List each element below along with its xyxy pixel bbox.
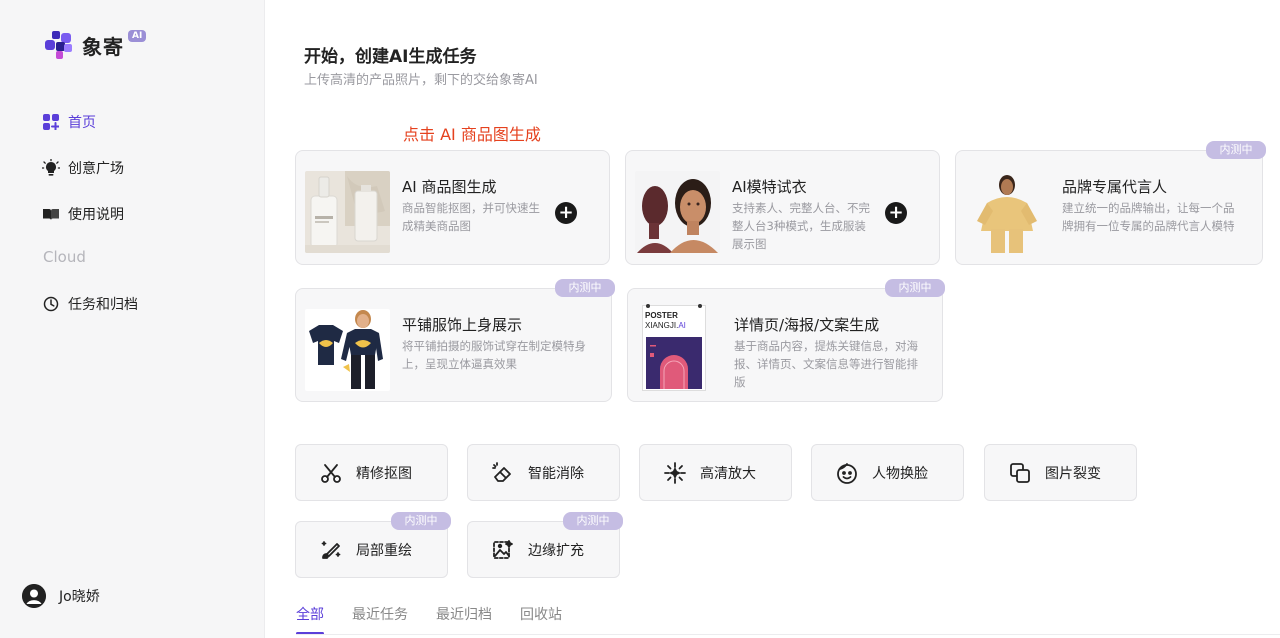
feature-card-model-tryon[interactable]: AI模特试衣 支持素人、完整人台、不完整人台3种模式，生成服装展示图 + bbox=[625, 150, 940, 265]
beta-badge: 内测中 bbox=[563, 512, 623, 530]
sidebar-item-tasks-archive[interactable]: 任务和归档 bbox=[42, 292, 242, 316]
feature-card-flatlay-tryon[interactable]: 平铺服饰上身展示 将平铺拍摄的服饰试穿在制定模特身上，呈现立体逼真效果 bbox=[295, 288, 612, 402]
image-expand-icon bbox=[490, 537, 516, 563]
user-profile[interactable]: Jo晓娇 bbox=[22, 584, 100, 608]
brand-name: 象寄 bbox=[82, 34, 124, 59]
tab-recent-tasks[interactable]: 最近任务 bbox=[352, 604, 408, 634]
add-button[interactable]: + bbox=[885, 202, 907, 224]
tool-label: 精修抠图 bbox=[356, 465, 412, 482]
beta-badge: 内测中 bbox=[885, 279, 945, 297]
sidebar-item-instructions[interactable]: 使用说明 bbox=[42, 202, 242, 226]
brand-ai-badge: AI bbox=[128, 30, 147, 42]
brand-logo[interactable]: 象寄 AI bbox=[44, 30, 147, 60]
feature-card-product-image[interactable]: AI 商品图生成 商品智能抠图，并可快速生成精美商品图 + bbox=[295, 150, 610, 265]
feature-card-poster-generation[interactable]: POSTER XIANGJI.AI 详情页/海报/文案生成 基于商品内容，提炼关… bbox=[627, 288, 943, 402]
card-description: 将平铺拍摄的服饰试穿在制定模特身上，呈现立体逼真效果 bbox=[402, 339, 586, 371]
face-icon bbox=[834, 460, 860, 486]
eraser-icon bbox=[490, 460, 516, 486]
tool-face-swap[interactable]: 人物换脸 bbox=[811, 444, 964, 501]
beta-badge: 内测中 bbox=[1206, 141, 1266, 159]
lightbulb-icon bbox=[42, 159, 60, 177]
sidebar-item-label: 首页 bbox=[68, 115, 96, 131]
user-name: Jo晓娇 bbox=[59, 589, 100, 605]
app-root: 象寄 AI 首页 创意广场 使用说明 Cloud 任务和归档 Jo晓娇 开始，创… bbox=[0, 0, 1280, 638]
magic-brush-icon bbox=[318, 537, 344, 563]
tab-recycle-bin[interactable]: 回收站 bbox=[520, 604, 562, 634]
ambassador-thumbnail bbox=[965, 171, 1050, 253]
task-tabs: 全部 最近任务 最近归档 回收站 bbox=[296, 604, 590, 635]
book-icon bbox=[42, 205, 60, 223]
tool-precise-cutout[interactable]: 精修抠图 bbox=[295, 444, 448, 501]
tool-label: 人物换脸 bbox=[872, 465, 928, 482]
card-title: AI模特试衣 bbox=[732, 178, 807, 196]
beta-badge: 内测中 bbox=[391, 512, 451, 530]
poster-thumbnail: POSTER XIANGJI.AI bbox=[640, 303, 708, 391]
sidebar-nav: 首页 创意广场 使用说明 Cloud 任务和归档 bbox=[42, 110, 242, 338]
sidebar-item-label: 任务和归档 bbox=[68, 297, 138, 313]
clock-icon bbox=[42, 295, 60, 313]
sparkle-icon bbox=[662, 460, 688, 486]
product-thumbnail bbox=[305, 171, 390, 253]
copy-squares-icon bbox=[1007, 460, 1033, 486]
grid-plus-icon bbox=[42, 113, 60, 131]
tabs-divider bbox=[296, 634, 1280, 635]
avatar bbox=[22, 584, 46, 608]
tab-recent-archive[interactable]: 最近归档 bbox=[436, 604, 492, 634]
add-button[interactable]: + bbox=[555, 202, 577, 224]
card-description: 商品智能抠图，并可快速生成精美商品图 bbox=[402, 201, 540, 233]
card-description: 支持素人、完整人台、不完整人台3种模式，生成服装展示图 bbox=[732, 201, 870, 251]
sidebar-item-home[interactable]: 首页 bbox=[42, 110, 242, 134]
card-description: 建立统一的品牌输出，让每一个品牌拥有一位专属的品牌代言人模特 bbox=[1062, 201, 1235, 233]
tool-hd-upscale[interactable]: 高清放大 bbox=[639, 444, 792, 501]
sidebar-item-label: 创意广场 bbox=[68, 161, 124, 177]
tool-label: 智能消除 bbox=[528, 465, 584, 482]
tool-label: 局部重绘 bbox=[356, 542, 412, 559]
beta-badge: 内测中 bbox=[555, 279, 615, 297]
sidebar: 象寄 AI 首页 创意广场 使用说明 Cloud 任务和归档 Jo晓娇 bbox=[0, 0, 265, 638]
tool-smart-erase[interactable]: 智能消除 bbox=[467, 444, 620, 501]
feature-card-brand-ambassador[interactable]: 品牌专属代言人 建立统一的品牌输出，让每一个品牌拥有一位专属的品牌代言人模特 bbox=[955, 150, 1263, 265]
page-subtitle: 上传高清的产品照片，剩下的交给象寄AI bbox=[304, 73, 538, 88]
annotation-text: 点击 AI 商品图生成 bbox=[403, 125, 541, 144]
model-thumbnail bbox=[635, 171, 720, 253]
card-description: 基于商品内容，提炼关键信息，对海报、详情页、文案信息等进行智能排版 bbox=[734, 339, 918, 389]
tab-all[interactable]: 全部 bbox=[296, 604, 324, 635]
card-title: 平铺服饰上身展示 bbox=[402, 316, 523, 334]
tool-label: 边缘扩充 bbox=[528, 542, 584, 559]
tool-image-variation[interactable]: 图片裂变 bbox=[984, 444, 1137, 501]
brand-logo-icon bbox=[44, 30, 74, 60]
page-title: 开始，创建AI生成任务 bbox=[304, 47, 477, 67]
poster-subtitle-main: XIANGJI. bbox=[645, 321, 679, 330]
sidebar-item-label: 使用说明 bbox=[68, 207, 124, 223]
tool-label: 图片裂变 bbox=[1045, 465, 1101, 482]
poster-subtitle-accent: AI bbox=[678, 321, 686, 330]
scissors-icon bbox=[318, 460, 344, 486]
main-content: 开始，创建AI生成任务 上传高清的产品照片，剩下的交给象寄AI 点击 AI 商品… bbox=[265, 0, 1280, 638]
flatlay-thumbnail bbox=[305, 309, 390, 391]
poster-subtitle: XIANGJI.AI bbox=[645, 321, 686, 330]
sidebar-item-creative-square[interactable]: 创意广场 bbox=[42, 156, 242, 180]
card-title: 品牌专属代言人 bbox=[1062, 178, 1168, 196]
tool-label: 高清放大 bbox=[700, 465, 756, 482]
sidebar-section-cloud: Cloud bbox=[43, 248, 86, 266]
card-title: 详情页/海报/文案生成 bbox=[734, 316, 880, 334]
poster-title: POSTER bbox=[645, 311, 678, 320]
card-title: AI 商品图生成 bbox=[402, 178, 497, 196]
